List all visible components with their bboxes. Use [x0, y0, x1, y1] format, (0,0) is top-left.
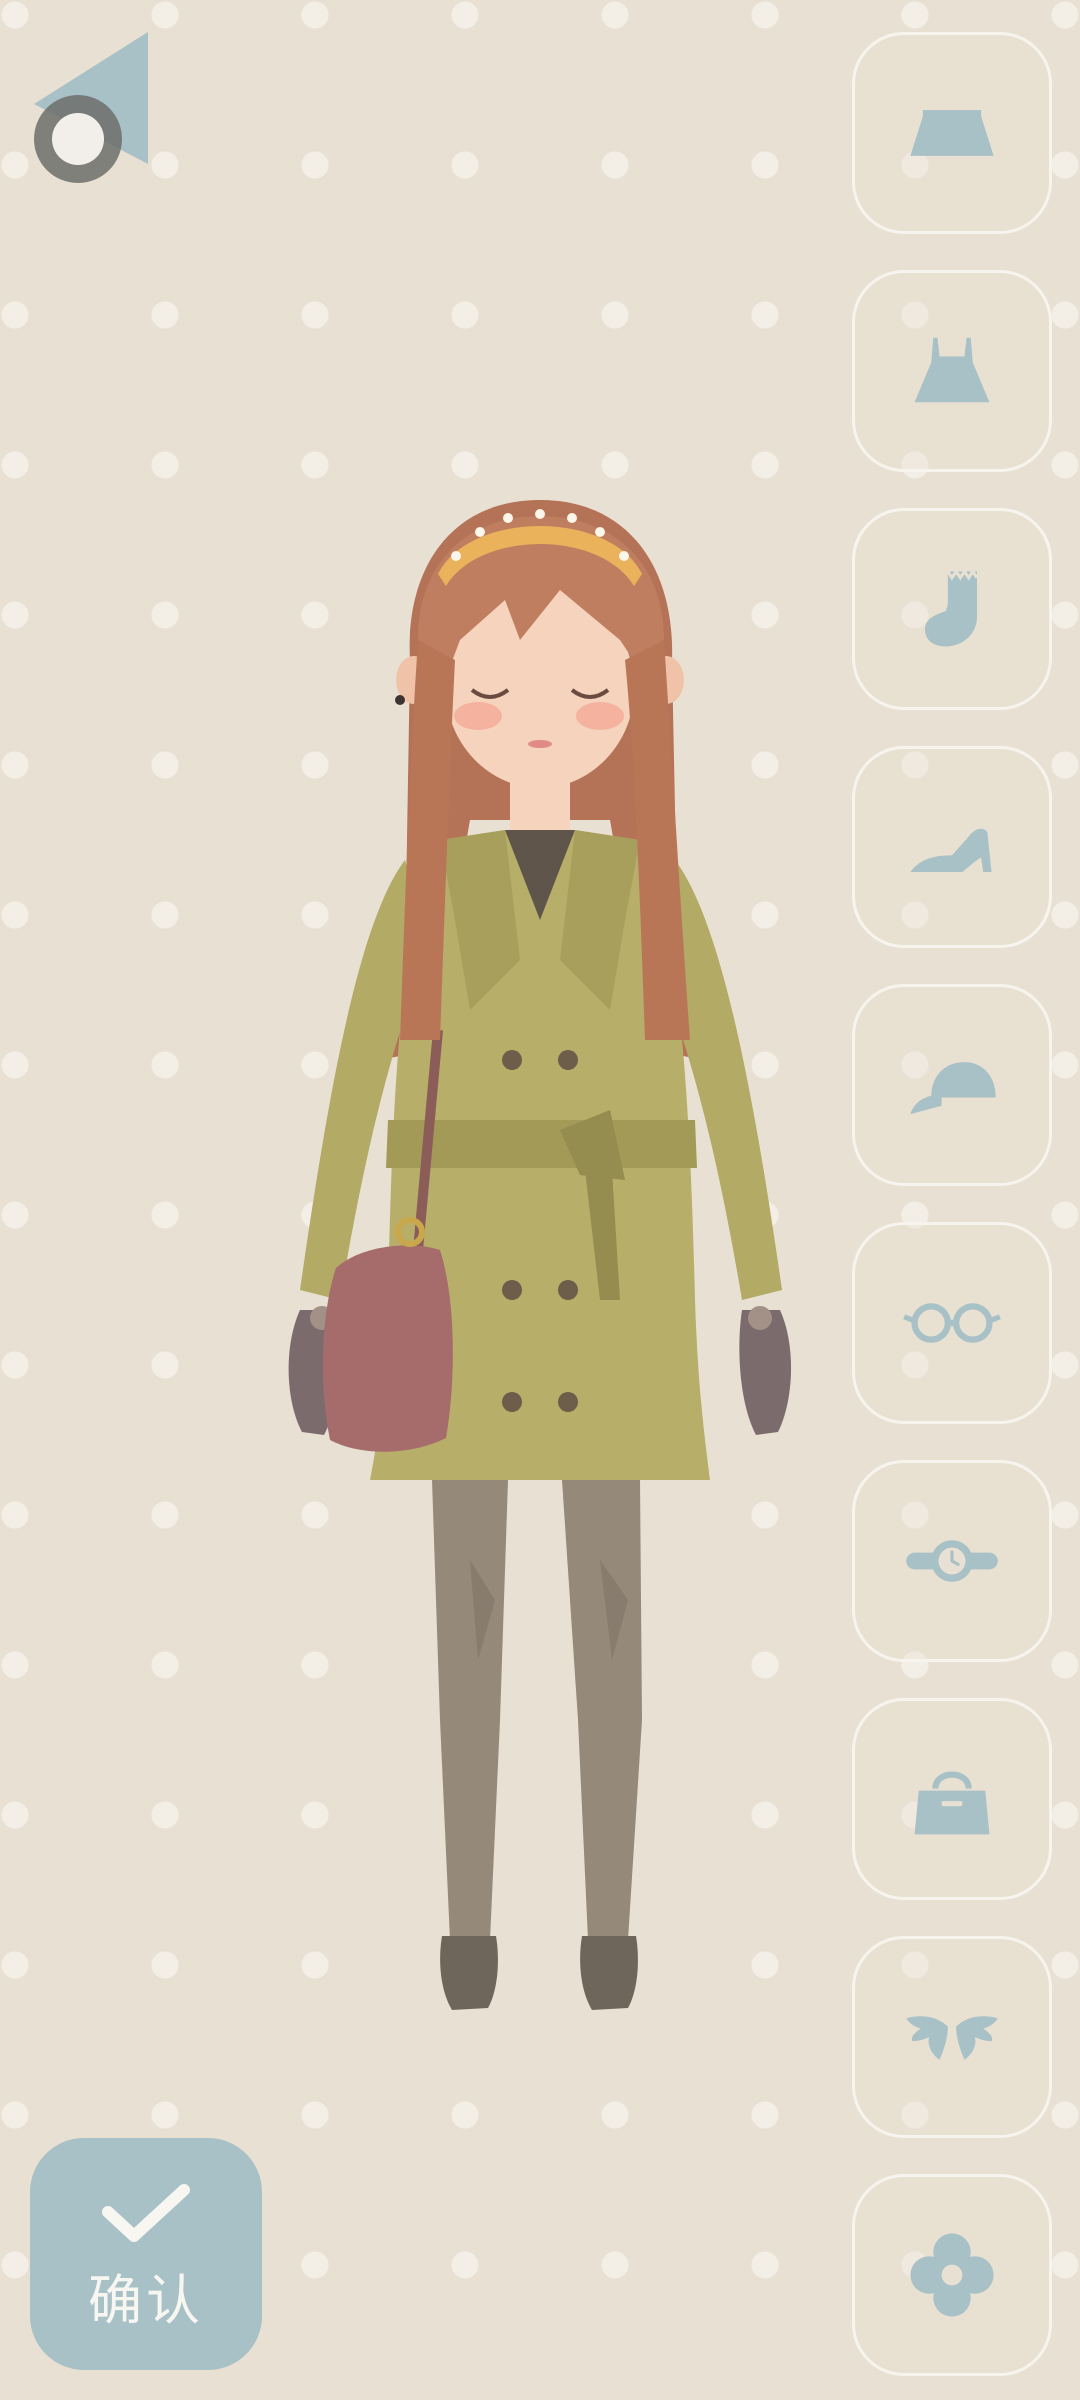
handbag-icon [914, 1771, 990, 1835]
category-hat-button[interactable] [852, 984, 1052, 1186]
category-glasses-button[interactable] [852, 1222, 1052, 1424]
back-button[interactable] [26, 26, 156, 196]
category-bag-button[interactable] [852, 1698, 1052, 1900]
skirt-icon [910, 110, 994, 156]
heel-shoe-icon [910, 828, 992, 872]
wings-icon [906, 2016, 998, 2060]
category-flower-button[interactable] [852, 2174, 1052, 2376]
left-leg [432, 1480, 508, 1940]
category-wings-button[interactable] [852, 1936, 1052, 2138]
check-icon [102, 2183, 190, 2242]
category-socks-button[interactable] [852, 508, 1052, 710]
dress-icon [914, 337, 990, 403]
back-arrow-icon [34, 32, 148, 183]
sock-icon [924, 568, 979, 647]
shoulder-bag [322, 1245, 453, 1452]
dressup-screen: 确认 [0, 0, 1080, 2400]
confirm-label: 确认 [88, 2268, 204, 2332]
category-skirt-button[interactable] [852, 32, 1052, 234]
category-watch-button[interactable] [852, 1460, 1052, 1662]
right-shoe [580, 1936, 638, 2010]
character-avatar [288, 500, 792, 2010]
cap-icon [910, 1062, 996, 1115]
glasses-icon [903, 1303, 1001, 1343]
watch-icon [906, 1540, 998, 1582]
right-leg [562, 1480, 642, 1940]
category-shoes-button[interactable] [852, 746, 1052, 948]
left-shoe [440, 1936, 498, 2010]
category-dress-button[interactable] [852, 270, 1052, 472]
flower-icon [910, 2233, 994, 2317]
confirm-button[interactable]: 确认 [30, 2138, 262, 2370]
